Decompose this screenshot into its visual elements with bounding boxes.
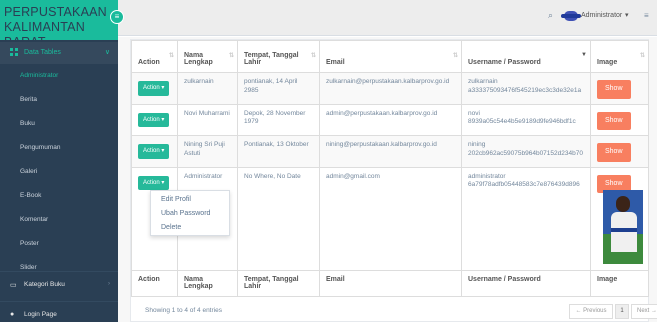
column-header-email[interactable]: Email ⇅ bbox=[319, 40, 462, 73]
sort-icon: ⇅ bbox=[452, 53, 458, 59]
sidebar-section-data-tables[interactable]: Data Tables ∨ bbox=[0, 42, 118, 64]
footer-header-nama: Nama Lengkap bbox=[177, 269, 238, 297]
footer-header-ttl: Tempat, Tanggal Lahir bbox=[237, 269, 320, 297]
table-row: Action ▾ Nining Sri Puji Astuti Pontiana… bbox=[131, 135, 649, 168]
show-button[interactable]: Show bbox=[597, 111, 631, 130]
action-dropdown-menu: Edit Profil Ubah Password Delete bbox=[150, 190, 230, 236]
sort-icon: ⇅ bbox=[168, 53, 174, 59]
chevron-down-icon[interactable]: ▾ bbox=[625, 11, 629, 19]
footer-header-email: Email bbox=[319, 269, 462, 297]
laptop-icon: ▭ bbox=[10, 282, 17, 289]
column-header-nama[interactable]: Nama Lengkap ⇅ bbox=[177, 40, 238, 73]
sidebar-section-label: Data Tables bbox=[24, 49, 61, 56]
column-header-action[interactable]: Action ⇅ bbox=[131, 40, 178, 73]
show-button[interactable]: Show bbox=[597, 80, 631, 99]
user-icon: ● bbox=[10, 311, 15, 318]
column-header-username[interactable]: Username / Password ▼ bbox=[461, 40, 591, 73]
sidebar: PERPUSTAKAAN KALIMANTAN BARAT Data Table… bbox=[0, 0, 118, 322]
sidebar-item-kategori-buku[interactable]: ▭ Kategori Buku › bbox=[0, 271, 118, 297]
action-button[interactable]: Action ▾ bbox=[138, 175, 170, 190]
sidebar-item-ebook[interactable]: E-Book bbox=[0, 184, 118, 208]
action-button[interactable]: Action ▾ bbox=[138, 81, 170, 96]
table-panel: Action ⇅ Nama Lengkap ⇅ Tempat, Tanggal La… bbox=[130, 39, 657, 322]
menu-bars-icon[interactable]: ≡ bbox=[644, 11, 649, 20]
main-content: Action ⇅ Nama Lengkap ⇅ Tempat, Tanggal La… bbox=[118, 37, 657, 322]
search-icon[interactable]: ⌕ bbox=[548, 10, 553, 21]
sidebar-item-buku[interactable]: Buku bbox=[0, 112, 118, 136]
sidebar-item-login-page[interactable]: ● Login Page bbox=[0, 301, 118, 322]
table-row: Action ▾ Novi Muharrami Depok, 28 Novemb… bbox=[131, 103, 649, 136]
menu-item-edit-profil[interactable]: Edit Profil bbox=[151, 194, 229, 208]
sort-icon: ⇅ bbox=[310, 53, 316, 59]
table-info: Showing 1 to 4 of 4 entries bbox=[145, 307, 222, 314]
chevron-down-icon: ∨ bbox=[104, 49, 110, 56]
data-table: Action ⇅ Nama Lengkap ⇅ Tempat, Tanggal La… bbox=[131, 40, 649, 297]
sidebar-item-pengumuman[interactable]: Pengumuman bbox=[0, 136, 118, 160]
pagination-next[interactable]: Next → bbox=[631, 304, 657, 319]
action-button[interactable]: Action ▾ bbox=[138, 112, 170, 127]
top-nav: ⌕ Administrator ▾ ≡ bbox=[118, 0, 657, 36]
user-avatar[interactable] bbox=[561, 11, 581, 21]
sidebar-item-berita[interactable]: Berita bbox=[0, 88, 118, 112]
sidebar-item-galeri[interactable]: Galeri bbox=[0, 160, 118, 184]
pagination-previous[interactable]: ← Previous bbox=[569, 304, 613, 319]
menu-item-delete[interactable]: Delete bbox=[151, 222, 229, 236]
footer-header-action: Action bbox=[131, 269, 178, 297]
sort-icon: ⇅ bbox=[228, 53, 234, 59]
sort-desc-icon: ▼ bbox=[581, 52, 587, 58]
footer-header-image: Image bbox=[590, 269, 649, 297]
menu-toggle-button[interactable]: ≡ bbox=[110, 10, 124, 24]
action-button[interactable]: Action ▾ bbox=[138, 144, 170, 159]
chevron-right-icon: › bbox=[108, 281, 110, 287]
brand-bar: PERPUSTAKAAN KALIMANTAN BARAT bbox=[0, 0, 118, 49]
pagination-page-1[interactable]: 1 bbox=[615, 304, 629, 319]
sidebar-item-poster[interactable]: Poster bbox=[0, 232, 118, 256]
user-photo bbox=[603, 190, 643, 264]
user-menu-name[interactable]: Administrator bbox=[581, 12, 622, 19]
column-header-ttl[interactable]: Tempat, Tanggal Lahir ⇅ bbox=[237, 40, 320, 73]
menu-item-ubah-password[interactable]: Ubah Password bbox=[151, 208, 229, 222]
show-button[interactable]: Show bbox=[597, 143, 631, 162]
table-icon bbox=[10, 48, 18, 56]
column-header-image[interactable]: Image ⇅ bbox=[590, 40, 649, 73]
footer-header-username: Username / Password bbox=[461, 269, 591, 297]
sidebar-item-administrator[interactable]: Administrator bbox=[0, 64, 118, 88]
sidebar-submenu: Administrator Berita Buku Pengumuman Gal… bbox=[0, 64, 118, 280]
sort-icon: ⇅ bbox=[639, 53, 645, 59]
sidebar-item-komentar[interactable]: Komentar bbox=[0, 208, 118, 232]
table-row: Action ▾ zulkarnain pontianak, 14 April … bbox=[131, 72, 649, 105]
